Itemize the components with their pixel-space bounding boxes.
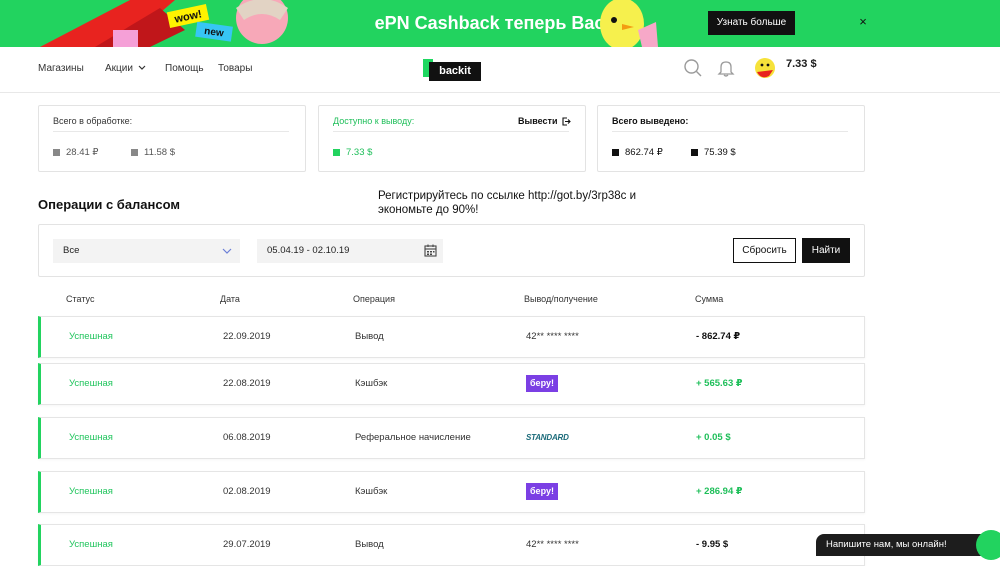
available-usd: 7.33 $	[333, 147, 372, 158]
operation-cell: Вывод	[355, 539, 384, 550]
divider	[53, 131, 289, 132]
withdrawn-usd: 75.39 $	[691, 147, 736, 158]
card-available-title: Доступно к выводу:	[333, 116, 415, 126]
store-logo-cell: беру!	[526, 472, 558, 512]
column-header-amount: Сумма	[695, 294, 724, 304]
store-logo-cell: STANDARD	[526, 418, 569, 458]
table-row[interactable]: Успешная 22.08.2019 Кэшбэк беру! + 565.6…	[38, 363, 865, 405]
card-number-cell: 42** **** ****	[526, 331, 579, 342]
operation-cell: Кэшбэк	[355, 378, 388, 389]
date-range-value: 05.04.19 - 02.10.19	[267, 245, 350, 256]
amount-cell: - 862.74 ₽	[696, 331, 741, 342]
gray-square-icon	[53, 149, 60, 156]
status-cell: Успешная	[69, 331, 113, 342]
operation-type-select[interactable]: Все	[53, 239, 240, 263]
green-square-icon	[333, 149, 340, 156]
column-header-status: Статус	[66, 294, 95, 304]
operation-cell: Реферальное начисление	[355, 432, 471, 443]
store-logo-cell: беру!	[526, 364, 558, 404]
date-cell: 29.07.2019	[223, 539, 271, 550]
header-balance[interactable]: 7.33 $	[786, 58, 817, 70]
card-number-cell: 42** **** ****	[526, 539, 579, 550]
amount-cell: + 0.05 $	[696, 432, 731, 443]
withdrawn-usd-value: 75.39 $	[704, 147, 736, 158]
card-processing: Всего в обработке: 28.41 ₽ 11.58 $	[38, 105, 306, 172]
search-icon[interactable]	[683, 58, 703, 78]
operation-type-value: Все	[63, 245, 80, 256]
processing-usd-value: 11.58 $	[144, 147, 175, 158]
date-cell: 02.08.2019	[223, 486, 271, 497]
find-button[interactable]: Найти	[802, 238, 850, 263]
chevron-down-icon	[222, 248, 232, 254]
card-withdrawn-title: Всего выведено:	[612, 116, 689, 126]
chat-widget[interactable]: Напишите нам, мы онлайн!	[816, 534, 1000, 556]
divider	[612, 131, 848, 132]
amount-cell: + 565.63 ₽	[696, 378, 743, 389]
nav-products[interactable]: Товары	[218, 63, 252, 74]
withdraw-label: Вывести	[518, 116, 558, 126]
nav-promotions-label: Акции	[105, 63, 133, 74]
operation-cell: Кэшбэк	[355, 486, 388, 497]
black-square-icon	[691, 149, 698, 156]
backit-logo[interactable]: backit	[423, 57, 481, 81]
amount-cell: - 9.95 $	[696, 539, 729, 550]
available-usd-value: 7.33 $	[346, 147, 373, 158]
status-cell: Успешная	[69, 486, 113, 497]
card-available: Доступно к выводу: Вывести 7.33 $	[318, 105, 586, 172]
date-cell: 22.09.2019	[223, 331, 271, 342]
column-header-date: Дата	[220, 294, 240, 304]
nav-stores[interactable]: Магазины	[38, 63, 84, 74]
divider	[333, 131, 569, 132]
column-header-method: Вывод/получение	[524, 294, 598, 304]
referral-promo-text: Регистрируйтесь по ссылке http://got.by/…	[378, 190, 637, 216]
black-square-icon	[612, 149, 619, 156]
exit-icon	[562, 117, 571, 126]
page-title: Операции с балансом	[38, 197, 181, 212]
status-cell: Успешная	[69, 539, 113, 550]
withdraw-link[interactable]: Вывести	[518, 116, 571, 126]
processing-rub: 28.41 ₽	[53, 147, 98, 158]
filters-panel: Все 05.04.19 - 02.10.19 Сбросить Найти	[38, 224, 865, 277]
site-header: Магазины Акции Помощь Товары backit 7.33…	[0, 47, 1000, 93]
processing-usd: 11.58 $	[131, 147, 175, 158]
bell-icon[interactable]	[716, 58, 736, 78]
column-header-operation: Операция	[353, 294, 395, 304]
status-cell: Успешная	[69, 378, 113, 389]
processing-rub-value: 28.41 ₽	[66, 147, 99, 158]
nav-help[interactable]: Помощь	[165, 63, 204, 74]
logo-text: backit	[429, 62, 481, 81]
nav-promotions[interactable]: Акции	[105, 63, 146, 74]
chevron-down-icon	[138, 65, 146, 71]
table-row[interactable]: Успешная 06.08.2019 Реферальное начислен…	[38, 417, 865, 459]
learn-more-button[interactable]: Узнать больше	[708, 11, 795, 35]
amount-cell: + 286.94 ₽	[696, 486, 743, 497]
close-banner-icon[interactable]: ×	[855, 14, 871, 30]
reset-button[interactable]: Сбросить	[733, 238, 796, 263]
chick-illustration	[600, 0, 658, 47]
withdrawn-rub: 862.74 ₽	[612, 147, 663, 158]
table-row[interactable]: Успешная 02.08.2019 Кэшбэк беру! + 286.9…	[38, 471, 865, 513]
promo-banner: wow! new ePN Cashback теперь Backit Узна…	[0, 0, 1000, 47]
table-row[interactable]: Успешная 29.07.2019 Вывод 42** **** ****…	[38, 524, 865, 566]
date-cell: 06.08.2019	[223, 432, 271, 443]
beru-logo: беру!	[526, 482, 558, 500]
standard-logo: STANDARD	[526, 433, 569, 442]
table-row[interactable]: Успешная 22.09.2019 Вывод 42** **** ****…	[38, 316, 865, 358]
withdrawn-rub-value: 862.74 ₽	[625, 147, 663, 158]
operation-cell: Вывод	[355, 331, 384, 342]
calendar-icon[interactable]	[424, 244, 437, 257]
date-range-input[interactable]: 05.04.19 - 02.10.19	[257, 239, 443, 263]
avatar-icon[interactable]	[753, 56, 777, 80]
beru-logo: беру!	[526, 374, 558, 392]
gray-square-icon	[131, 149, 138, 156]
card-withdrawn: Всего выведено: 862.74 ₽ 75.39 $	[597, 105, 865, 172]
banner-title: ePN Cashback теперь Backit	[374, 13, 626, 33]
date-cell: 22.08.2019	[223, 378, 271, 389]
status-cell: Успешная	[69, 432, 113, 443]
card-processing-title: Всего в обработке:	[53, 116, 133, 126]
